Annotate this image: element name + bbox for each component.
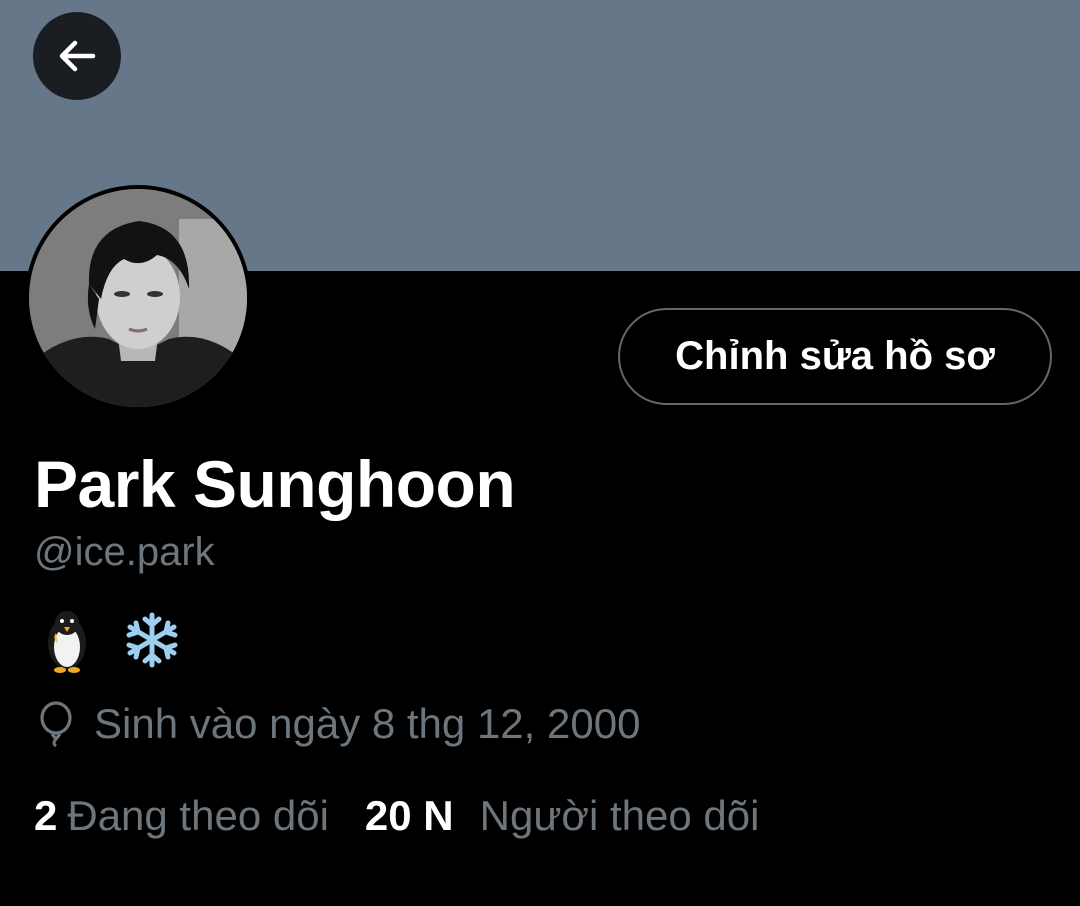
following-link[interactable]: 2 Đang theo dõi <box>34 792 329 840</box>
back-button[interactable] <box>33 12 121 100</box>
profile-page: Chỉnh sửa hồ sơ Park Sunghoon @ice.park <box>0 0 1080 906</box>
bio <box>38 602 181 673</box>
followers-count: 20 N <box>364 792 454 839</box>
arrow-left-icon <box>59 40 96 72</box>
edit-profile-button[interactable]: Chỉnh sửa hồ sơ <box>618 308 1052 405</box>
avatar[interactable] <box>25 185 251 411</box>
avatar-image <box>29 189 247 407</box>
balloon-icon <box>40 701 72 747</box>
user-handle: @ice.park <box>34 530 215 574</box>
birthday-text: Sinh vào ngày 8 thg 12, 2000 <box>94 700 641 747</box>
snowflake-icon <box>126 612 178 668</box>
followers-label: Người theo dõi <box>479 792 760 839</box>
following-label: Đang theo dõi <box>67 792 329 839</box>
follow-stats: 2 Đang theo dõi 20 N Người theo dõi <box>34 792 759 840</box>
followers-link[interactable]: 20 N Người theo dõi <box>365 792 760 840</box>
display-name: Park Sunghoon <box>34 447 516 521</box>
following-count: 2 <box>34 792 58 839</box>
penguin-icon <box>48 611 86 673</box>
birthday-row: Sinh vào ngày 8 thg 12, 2000 <box>36 700 640 748</box>
